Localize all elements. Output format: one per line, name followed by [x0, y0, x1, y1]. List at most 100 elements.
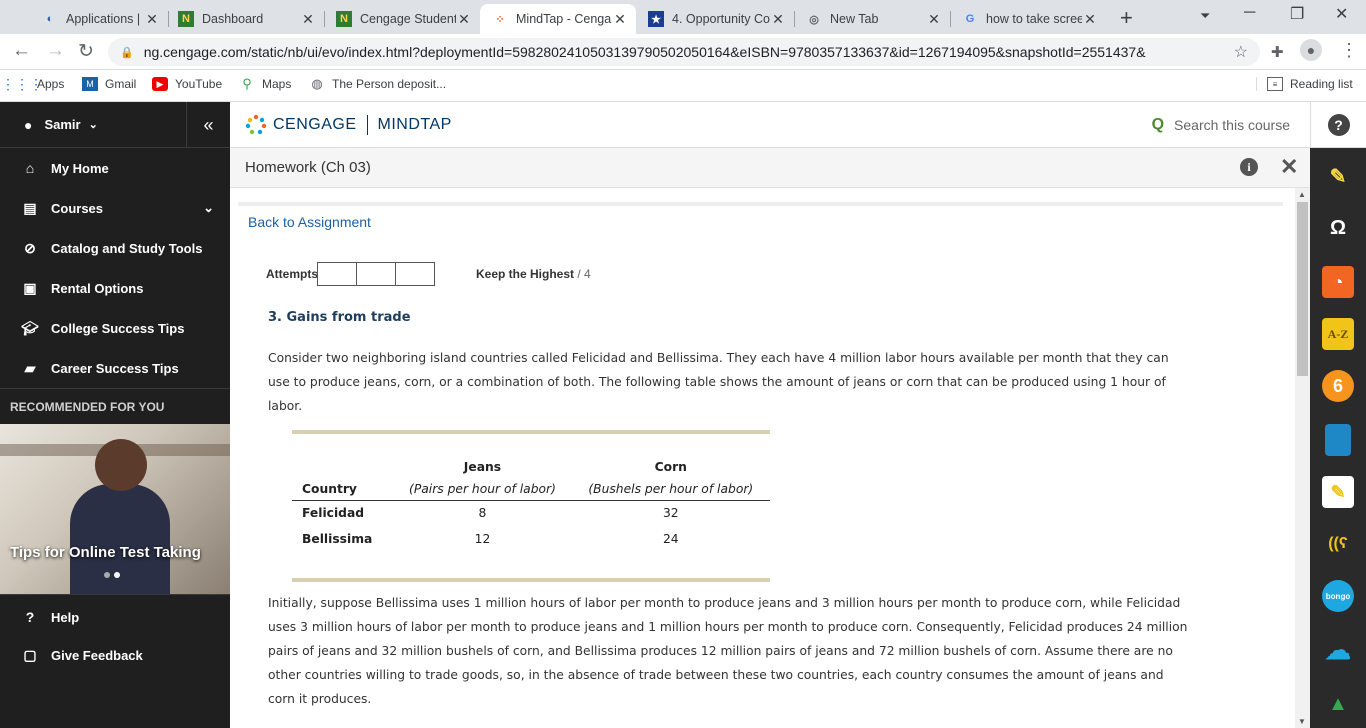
question-title: 3. Gains from trade	[268, 310, 411, 325]
book-icon: ▤	[23, 199, 37, 216]
bongo-icon[interactable]: bongo	[1322, 580, 1354, 612]
logo-divider	[366, 115, 368, 135]
new-tab-icon[interactable]: +	[1120, 5, 1133, 31]
content-scrollbar[interactable]: ▲ ▼	[1295, 188, 1310, 728]
brand-name: CENGAGE	[273, 116, 357, 133]
close-window-icon[interactable]: ✕	[1335, 4, 1348, 24]
tab-title: MindTap - Cenga	[516, 12, 612, 26]
scroll-down-icon[interactable]: ▼	[1298, 717, 1306, 726]
browser-tab[interactable]: G how to take scree ✕	[950, 4, 1106, 34]
sidebar-item-rental[interactable]: ▣ Rental Options	[0, 268, 230, 308]
sidebar-item-my-home[interactable]: ⌂ My Home	[0, 148, 230, 188]
mindtap-favicon: ⁘	[495, 13, 505, 26]
sidebar-item-label: Help	[51, 609, 80, 625]
cell-jeans: 12	[474, 532, 491, 546]
course-search[interactable]: Q Search this course	[1152, 116, 1290, 134]
cloud-icon[interactable]: ☁	[1322, 634, 1354, 666]
extensions-icon[interactable]: ✚	[1271, 43, 1284, 61]
bookmark-youtube[interactable]: ▶ YouTube	[152, 77, 222, 91]
kebab-menu-icon[interactable]: ⋮	[1340, 40, 1358, 61]
notebook-icon[interactable]	[1325, 424, 1351, 456]
close-tab-icon[interactable]: ✕	[300, 11, 316, 28]
browser-tab[interactable]: N Cengage Student ✕	[324, 4, 480, 34]
headphones-icon[interactable]: Ω	[1322, 212, 1354, 244]
tab-title: how to take scree	[986, 12, 1082, 26]
cengage-logo[interactable]: CENGAGE MINDTAP	[245, 114, 452, 136]
browser-tab[interactable]: N Dashboard ✕	[166, 4, 324, 34]
notes-icon[interactable]: ✎	[1322, 476, 1354, 508]
browser-tab[interactable]: ★ 4. Opportunity Co ✕	[636, 4, 794, 34]
cell-country: Bellissima	[302, 532, 373, 546]
browser-tab[interactable]: ◎ New Tab ✕	[794, 4, 950, 34]
sidebar-item-college-tips[interactable]: 🎓︎ College Success Tips	[0, 308, 230, 348]
highlighter-icon[interactable]: ✎	[1322, 160, 1354, 192]
chevron-down-icon: ⌄	[203, 200, 214, 215]
info-icon[interactable]: i	[1240, 158, 1258, 176]
tab-title: Applications | Rap	[66, 12, 144, 26]
bookmarks-bar: ⋮⋮⋮ Apps M Gmail ▶ YouTube ⚲ Maps ◍ The …	[0, 70, 1366, 102]
sidebar-item-career-tips[interactable]: ▰ Career Success Tips	[0, 348, 230, 388]
user-menu[interactable]: ● Samir ⌄	[0, 117, 98, 133]
cengage-6-icon[interactable]: 6	[1322, 370, 1354, 402]
close-tab-icon[interactable]: ✕	[612, 11, 628, 28]
scrollbar-thumb[interactable]	[1297, 202, 1308, 376]
drive-icon[interactable]: ▲	[1322, 688, 1354, 720]
cell-corn: 32	[662, 506, 679, 521]
sidebar-item-label: Catalog and Study Tools	[51, 240, 203, 256]
reading-list[interactable]: ≡ Reading list	[1256, 77, 1353, 91]
activity-content: Back to Assignment Attempts Keep the Hig…	[230, 188, 1295, 728]
bookmark-person-deposit[interactable]: ◍ The Person deposit...	[309, 76, 446, 91]
n-favicon: N	[336, 11, 352, 27]
browser-tab[interactable]: ◐ Applications | Rap ✕	[30, 4, 168, 34]
reading-list-label: Reading list	[1290, 77, 1353, 91]
restore-icon[interactable]: ❐	[1290, 4, 1304, 24]
back-arrow-icon[interactable]: ←	[12, 40, 31, 62]
apps-grid-icon: ⋮⋮⋮	[1, 75, 43, 92]
carousel-dot[interactable]	[104, 572, 110, 578]
rss-icon[interactable]: ◔	[1322, 266, 1354, 298]
bookmark-apps[interactable]: ⋮⋮⋮ Apps	[1, 75, 64, 92]
collapse-sidebar-icon[interactable]: «	[186, 102, 230, 148]
attempts-label: Attempts	[266, 267, 319, 281]
readspeaker-icon[interactable]: ((ʕ	[1322, 528, 1354, 560]
tab-search-icon[interactable]: ⏷	[1200, 8, 1210, 24]
col-country: Country	[292, 478, 394, 501]
bookmark-maps[interactable]: ⚲ Maps	[239, 76, 291, 91]
bookmark-gmail[interactable]: M Gmail	[82, 77, 136, 91]
promo-image-person-body	[70, 484, 170, 594]
close-tab-icon[interactable]: ✕	[456, 11, 472, 28]
sidebar-item-courses[interactable]: ▤ Courses ⌄	[0, 188, 230, 228]
sidebar: ● Samir ⌄ « ⌂ My Home ▤ Courses ⌄ ⊘ Cata…	[0, 102, 230, 728]
google-favicon: G	[965, 13, 975, 25]
carousel-dots[interactable]	[104, 572, 120, 578]
close-tab-icon[interactable]: ✕	[1082, 11, 1098, 28]
close-tab-icon[interactable]: ✕	[144, 11, 160, 28]
bookmark-star-icon[interactable]: ☆	[1234, 42, 1248, 62]
carousel-dot-active[interactable]	[114, 572, 120, 578]
sidebar-item-label: Courses	[51, 200, 104, 216]
promo-card[interactable]: Tips for Online Test Taking	[0, 424, 230, 594]
reload-icon[interactable]: ↻	[78, 40, 94, 63]
attempts-indicator: Attempts	[266, 262, 436, 286]
sidebar-item-catalog[interactable]: ⊘ Catalog and Study Tools	[0, 228, 230, 268]
minimize-icon[interactable]: ─	[1244, 4, 1255, 22]
sidebar-item-label: Rental Options	[51, 280, 144, 296]
close-tab-icon[interactable]: ✕	[926, 11, 942, 28]
compass-icon: ⊘	[24, 239, 36, 256]
cell-country: Felicidad	[302, 506, 365, 521]
dictionary-icon[interactable]: A-Z	[1322, 318, 1354, 350]
promo-title: Tips for Online Test Taking	[10, 544, 201, 561]
sidebar-item-help[interactable]: ? Help	[0, 598, 230, 636]
url-field[interactable]: 🔒 ng.cengage.com/static/nb/ui/evo/index.…	[108, 38, 1260, 66]
sidebar-item-feedback[interactable]: ▢ Give Feedback	[0, 636, 230, 674]
profile-avatar-icon[interactable]: ●	[1300, 39, 1322, 61]
browser-tab-active[interactable]: ⁘ MindTap - Cenga ✕	[480, 4, 636, 34]
feedback-icon: ▢	[23, 646, 37, 663]
scroll-up-icon[interactable]: ▲	[1298, 190, 1306, 199]
close-tab-icon[interactable]: ✕	[770, 11, 786, 28]
close-activity-icon[interactable]: ✕	[1280, 154, 1298, 180]
back-to-assignment-link[interactable]: Back to Assignment	[248, 214, 371, 230]
forward-arrow-icon[interactable]: →	[46, 40, 65, 62]
help-button[interactable]: ?	[1310, 102, 1366, 148]
sidebar-user-row: ● Samir ⌄ «	[0, 102, 230, 148]
